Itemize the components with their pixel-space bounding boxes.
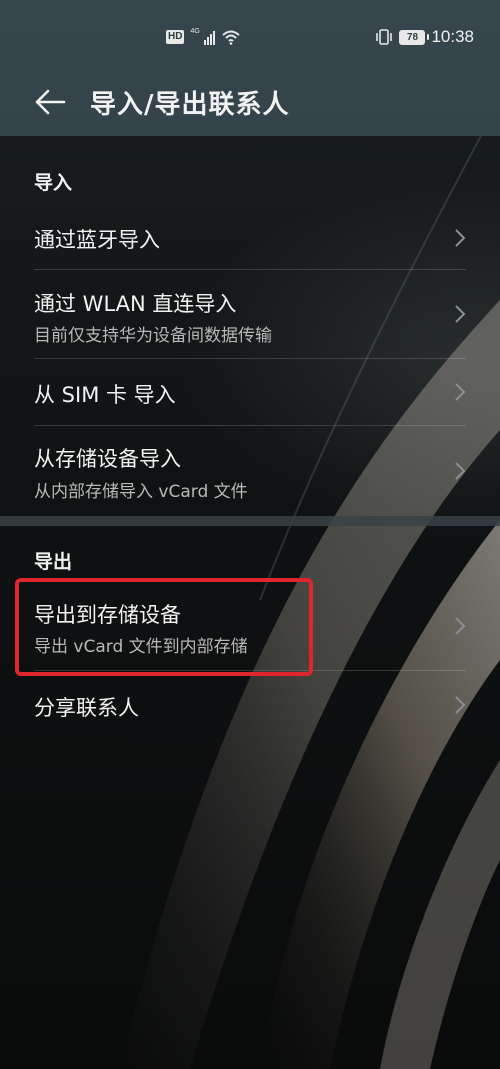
title-bar: HD 4G 78 10:38 导入/导出联系人 <box>0 0 500 136</box>
item-label: 从 SIM 卡 导入 <box>34 383 176 407</box>
section-separator <box>0 516 500 526</box>
chevron-right-icon <box>455 229 466 247</box>
chevron-right-icon <box>455 383 466 401</box>
vibrate-icon <box>376 29 393 45</box>
status-bar: HD 4G 78 10:38 <box>0 0 500 72</box>
wifi-icon <box>222 30 240 45</box>
chevron-right-icon <box>455 617 466 635</box>
item-label: 通过蓝牙导入 <box>34 228 160 252</box>
export-section-header: 导出 <box>34 551 73 573</box>
page-title: 导入/导出联系人 <box>90 90 290 120</box>
item-label: 通过 WLAN 直连导入 <box>34 292 237 316</box>
import-section-header: 导入 <box>34 172 73 194</box>
import-storage-item[interactable]: 从存储设备导入 从内部存储导入 vCard 文件 <box>0 426 500 514</box>
battery-icon: 78 <box>399 29 430 45</box>
back-button[interactable] <box>30 82 70 122</box>
item-subtitle: 目前仅支持华为设备间数据传输 <box>34 326 272 346</box>
item-subtitle: 从内部存储导入 vCard 文件 <box>34 482 248 502</box>
chevron-right-icon <box>455 696 466 714</box>
item-label: 分享联系人 <box>34 696 139 720</box>
hd-badge: HD <box>166 30 185 44</box>
back-arrow-icon <box>35 89 66 115</box>
chevron-right-icon <box>455 305 466 323</box>
import-sim-item[interactable]: 从 SIM 卡 导入 <box>0 359 500 425</box>
chevron-right-icon <box>455 462 466 480</box>
wallpaper <box>0 0 500 1069</box>
item-label: 从存储设备导入 <box>34 447 181 471</box>
share-contacts-item[interactable]: 分享联系人 <box>0 671 500 739</box>
highlight-box <box>15 578 313 676</box>
import-wlan-direct-item[interactable]: 通过 WLAN 直连导入 目前仅支持华为设备间数据传输 <box>0 270 500 358</box>
network-type: 4G <box>190 27 200 35</box>
import-bluetooth-item[interactable]: 通过蓝牙导入 <box>0 208 500 270</box>
clock: 10:38 <box>431 27 474 46</box>
signal-icon <box>203 29 215 45</box>
